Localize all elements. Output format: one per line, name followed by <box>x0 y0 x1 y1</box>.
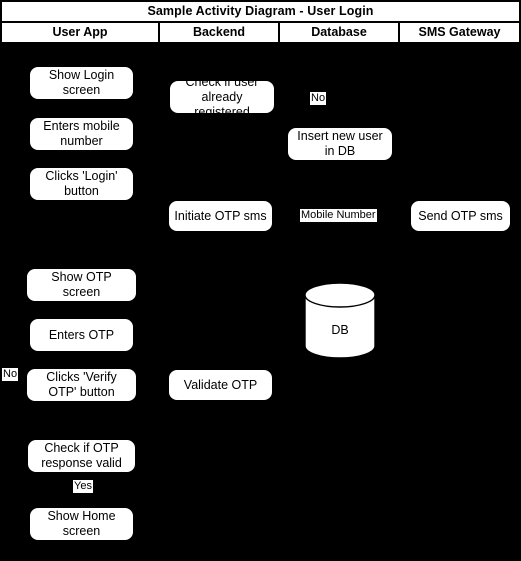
lane-header-sms-gateway: SMS Gateway <box>400 23 519 42</box>
node-clicks-verify-otp-button[interactable]: Clicks 'Verify OTP' button <box>27 369 136 401</box>
node-enters-mobile-number[interactable]: Enters mobile number <box>30 118 133 150</box>
node-validate-otp[interactable]: Validate OTP <box>169 370 272 400</box>
edge-label-yes-otp-valid: Yes <box>73 480 93 493</box>
edge-label-no-otp-invalid: No <box>2 368 19 381</box>
db-cylinder-label: DB <box>331 323 349 337</box>
edge-label-no-registered: No <box>310 92 327 105</box>
lane-header-user-app: User App <box>2 23 160 42</box>
node-show-home-screen[interactable]: Show Home screen <box>30 508 133 540</box>
node-clicks-login-button[interactable]: Clicks 'Login' button <box>30 168 133 200</box>
db-cylinder-icon: DB <box>304 282 376 359</box>
node-show-otp-screen[interactable]: Show OTP screen <box>27 269 136 301</box>
lane-header-backend: Backend <box>160 23 280 42</box>
edge-label-mobile-number: Mobile Number <box>300 209 377 222</box>
node-check-if-user-already-registered[interactable]: Check if user already registered <box>170 75 274 119</box>
node-check-otp-response-valid[interactable]: Check if OTP response valid <box>28 440 135 472</box>
lane-header-database: Database <box>280 23 400 42</box>
lane-header-row: User App Backend Database SMS Gateway <box>2 23 519 44</box>
diagram-title: Sample Activity Diagram - User Login <box>2 2 519 23</box>
node-initiate-otp-sms[interactable]: Initiate OTP sms <box>169 201 272 231</box>
node-enters-otp[interactable]: Enters OTP <box>30 319 133 351</box>
activity-diagram-canvas: Sample Activity Diagram - User Login Use… <box>0 0 521 561</box>
node-show-login-screen[interactable]: Show Login screen <box>30 67 133 99</box>
node-insert-new-user-in-db[interactable]: Insert new user in DB <box>288 128 392 160</box>
node-send-otp-sms[interactable]: Send OTP sms <box>411 201 510 231</box>
diagram-header-table: Sample Activity Diagram - User Login Use… <box>0 0 521 44</box>
